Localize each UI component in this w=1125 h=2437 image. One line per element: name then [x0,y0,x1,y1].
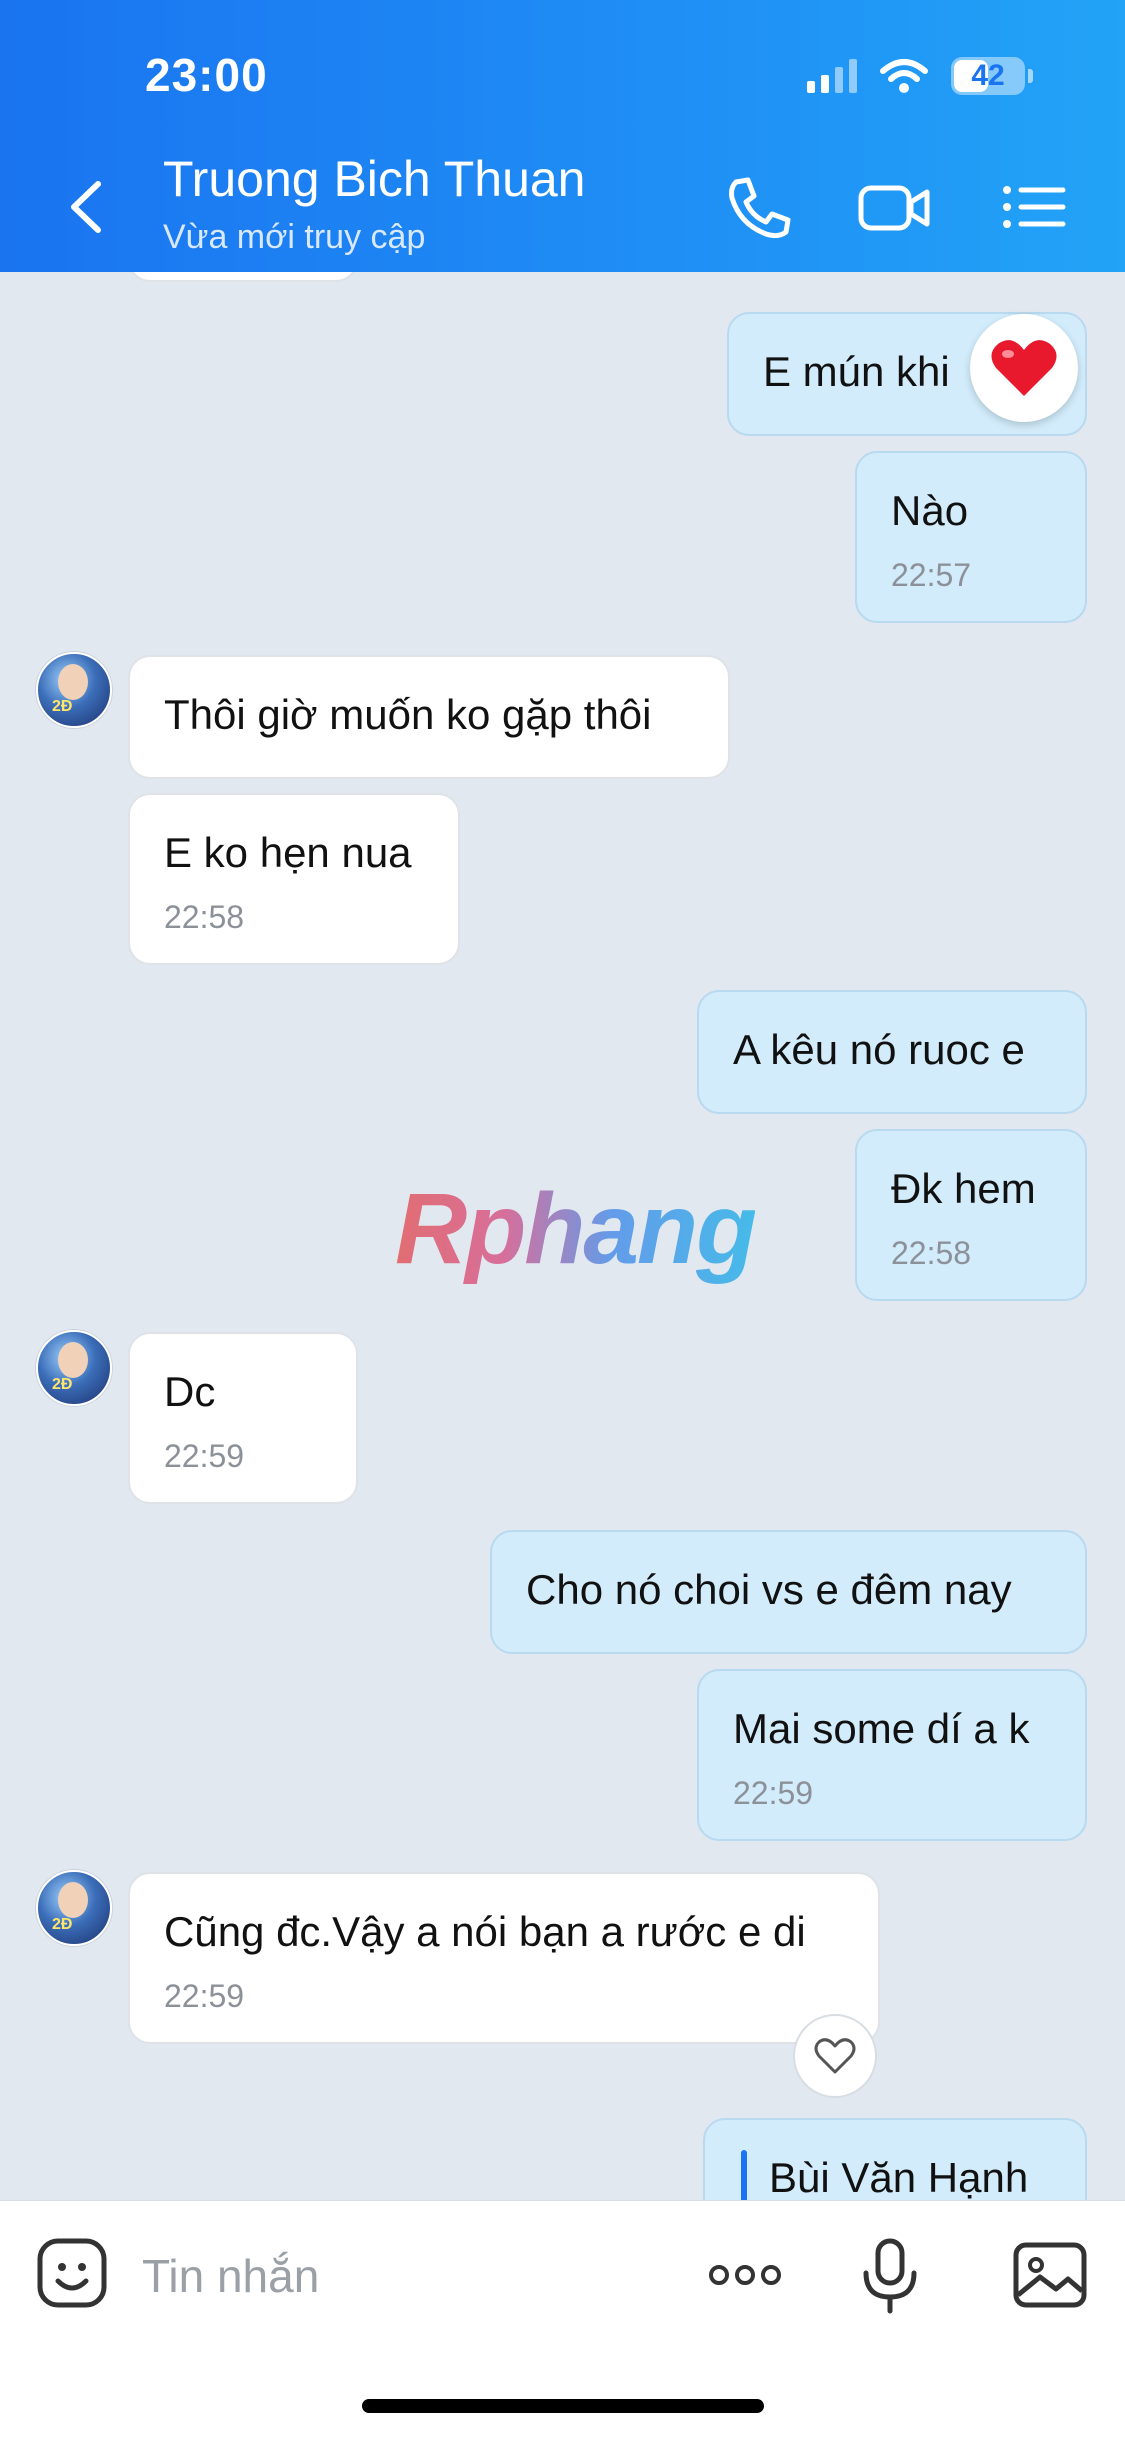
heart-outline-icon [814,2038,856,2074]
image-icon [1013,2242,1087,2308]
message-text: E ko hẹn nua [164,829,412,876]
react-button[interactable] [793,2014,877,2098]
message-bubble-outgoing[interactable]: A kêu nó ruoc e [697,990,1087,1114]
message-bubble-outgoing[interactable]: Nào 22:57 [855,451,1087,623]
reply-author: Bùi Văn Hạnh [769,2154,1029,2200]
reaction-badge[interactable] [970,314,1078,422]
message-bubble-incoming[interactable]: E ko hẹn nua 22:58 [128,793,460,965]
message-bubble-outgoing[interactable]: Cho nó choi vs e đêm nay [490,1530,1087,1654]
message-time: 22:57 [891,557,972,593]
microphone-icon [863,2238,917,2314]
message-time: 22:58 [891,1235,972,1271]
status-indicators: 42 [807,52,1033,100]
battery-level: 42 [971,59,1005,92]
back-icon [71,181,101,233]
avatar[interactable]: 2Đ [36,1870,112,1946]
message-text: Cũng đc.Vậy a nói bạn a rước e di [164,1908,806,1955]
message-time: 22:59 [164,1978,245,2014]
home-indicator[interactable] [362,2399,764,2413]
more-icon [709,2265,781,2285]
video-call-icon [858,185,930,231]
chat-header: 23:00 42 Truong Bich Thuan Vừa mới truy … [0,0,1125,272]
voice-message-button[interactable] [850,2235,930,2315]
message-text: A kêu nó ruoc e [733,1026,1025,1073]
menu-list-icon [1003,186,1066,228]
message-composer: Tin nhắn [0,2200,1125,2437]
message-bubble-partial[interactable] [128,272,358,282]
message-input[interactable]: Tin nhắn [142,2249,319,2303]
more-button[interactable] [705,2235,785,2315]
message-time: 22:59 [733,1775,814,1811]
wifi-icon [880,59,928,93]
battery-indicator: 42 [951,57,1033,95]
message-time: 22:58 [164,899,245,935]
message-text: Nào [891,487,969,534]
avatar[interactable]: 2Đ [36,652,112,728]
watermark-logo: Rphang [395,1173,757,1285]
avatar[interactable]: 2Đ [36,1330,112,1406]
message-bubble-outgoing[interactable]: Mai some dí a k 22:59 [697,1669,1087,1841]
message-text: Dc [164,1368,216,1415]
cellular-signal-icon [807,59,857,93]
sticker-icon [37,2238,107,2308]
message-bubble-incoming[interactable]: Dc 22:59 [128,1332,358,1504]
message-text: E mún khi [763,348,950,395]
contact-status: Vừa mới truy cập [163,218,426,256]
chat-options-button[interactable] [995,172,1075,242]
message-time: 22:59 [164,1438,245,1474]
message-text: Mai some dí a k [733,1705,1030,1752]
voice-call-button[interactable] [718,172,798,242]
video-call-button[interactable] [855,172,935,242]
message-bubble-incoming[interactable]: Cũng đc.Vậy a nói bạn a rước e di 22:59 [128,1872,880,2044]
message-bubble-reply[interactable]: Bùi Văn Hạnh [703,2118,1087,2200]
reply-indicator [741,2150,747,2200]
phone-icon [729,177,791,239]
message-bubble-outgoing[interactable]: Đk hem 22:58 [855,1129,1087,1301]
sticker-button[interactable] [32,2233,112,2313]
status-time: 23:00 [145,49,268,101]
message-list[interactable]: E mún khi Nào 22:57 2Đ Thôi giờ muốn ko … [0,272,1125,2200]
heart-reaction-icon [991,340,1057,396]
back-button[interactable] [60,172,110,242]
message-bubble-incoming[interactable]: Thôi giờ muốn ko gặp thôi [128,655,730,779]
message-text: Cho nó choi vs e đêm nay [526,1566,1012,1613]
message-text: Đk hem [891,1165,1036,1212]
message-text: Thôi giờ muốn ko gặp thôi [164,691,652,738]
photo-button[interactable] [1010,2235,1090,2315]
contact-name[interactable]: Truong Bich Thuan [163,150,586,208]
